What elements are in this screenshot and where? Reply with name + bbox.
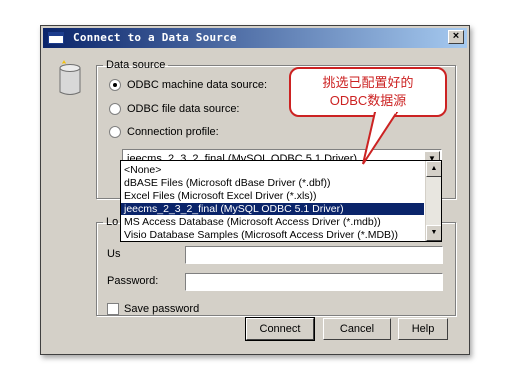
password-label: Password: bbox=[107, 275, 159, 287]
login-legend: Lo bbox=[106, 216, 119, 228]
radio-label: ODBC file data source: bbox=[127, 103, 240, 115]
save-password-checkbox[interactable]: Save password bbox=[107, 303, 200, 316]
password-input[interactable] bbox=[185, 273, 443, 291]
user-input[interactable] bbox=[185, 246, 443, 264]
save-password-label: Save password bbox=[124, 303, 200, 315]
database-icon bbox=[59, 60, 81, 95]
list-item[interactable]: Visio Database Samples (Microsoft Access… bbox=[121, 229, 424, 241]
radio-indicator[interactable] bbox=[109, 79, 121, 92]
user-label: Us bbox=[107, 248, 121, 260]
callout-pointer bbox=[362, 112, 399, 165]
radio-file-data-source[interactable]: ODBC file data source: bbox=[109, 103, 240, 116]
annotation-callout: 挑选已配置好的 ODBC数据源 bbox=[289, 67, 447, 117]
scroll-down-icon[interactable]: ▼ bbox=[426, 225, 441, 241]
callout-line-1: 挑选已配置好的 bbox=[322, 75, 414, 90]
radio-label: Connection profile: bbox=[127, 126, 219, 138]
radio-indicator[interactable] bbox=[109, 103, 121, 116]
scroll-up-icon[interactable]: ▲ bbox=[426, 161, 441, 177]
data-source-legend: Data source bbox=[106, 59, 166, 71]
close-button[interactable]: × bbox=[448, 30, 464, 44]
list-item[interactable]: MS Access Database (Microsoft Access Dri… bbox=[121, 216, 424, 228]
window-icon bbox=[48, 32, 64, 44]
checkbox-indicator[interactable] bbox=[107, 303, 119, 316]
window-title: Connect to a Data Source bbox=[73, 31, 237, 44]
callout-line-2: ODBC数据源 bbox=[329, 93, 407, 108]
title-bar[interactable]: Connect to a Data Source × bbox=[43, 28, 467, 48]
list-item-selected[interactable]: jeecms_2_3_2_final (MySQL ODBC 5.1 Drive… bbox=[121, 203, 424, 215]
connect-button[interactable]: Connect bbox=[245, 317, 315, 341]
list-item[interactable]: Excel Files (Microsoft Excel Driver (*.x… bbox=[121, 190, 424, 202]
radio-machine-data-source[interactable]: ODBC machine data source: bbox=[109, 79, 268, 92]
data-source-dropdown-list[interactable]: <None> dBASE Files (Microsoft dBase Driv… bbox=[120, 160, 442, 242]
radio-connection-profile[interactable]: Connection profile: bbox=[109, 126, 219, 139]
dropdown-scrollbar[interactable]: ▲ ▼ bbox=[425, 161, 441, 241]
cancel-button[interactable]: Cancel bbox=[323, 318, 391, 340]
list-item[interactable]: dBASE Files (Microsoft dBase Driver (*.d… bbox=[121, 177, 424, 189]
radio-label: ODBC machine data source: bbox=[127, 79, 268, 91]
help-button[interactable]: Help bbox=[398, 318, 448, 340]
radio-indicator[interactable] bbox=[109, 126, 121, 139]
